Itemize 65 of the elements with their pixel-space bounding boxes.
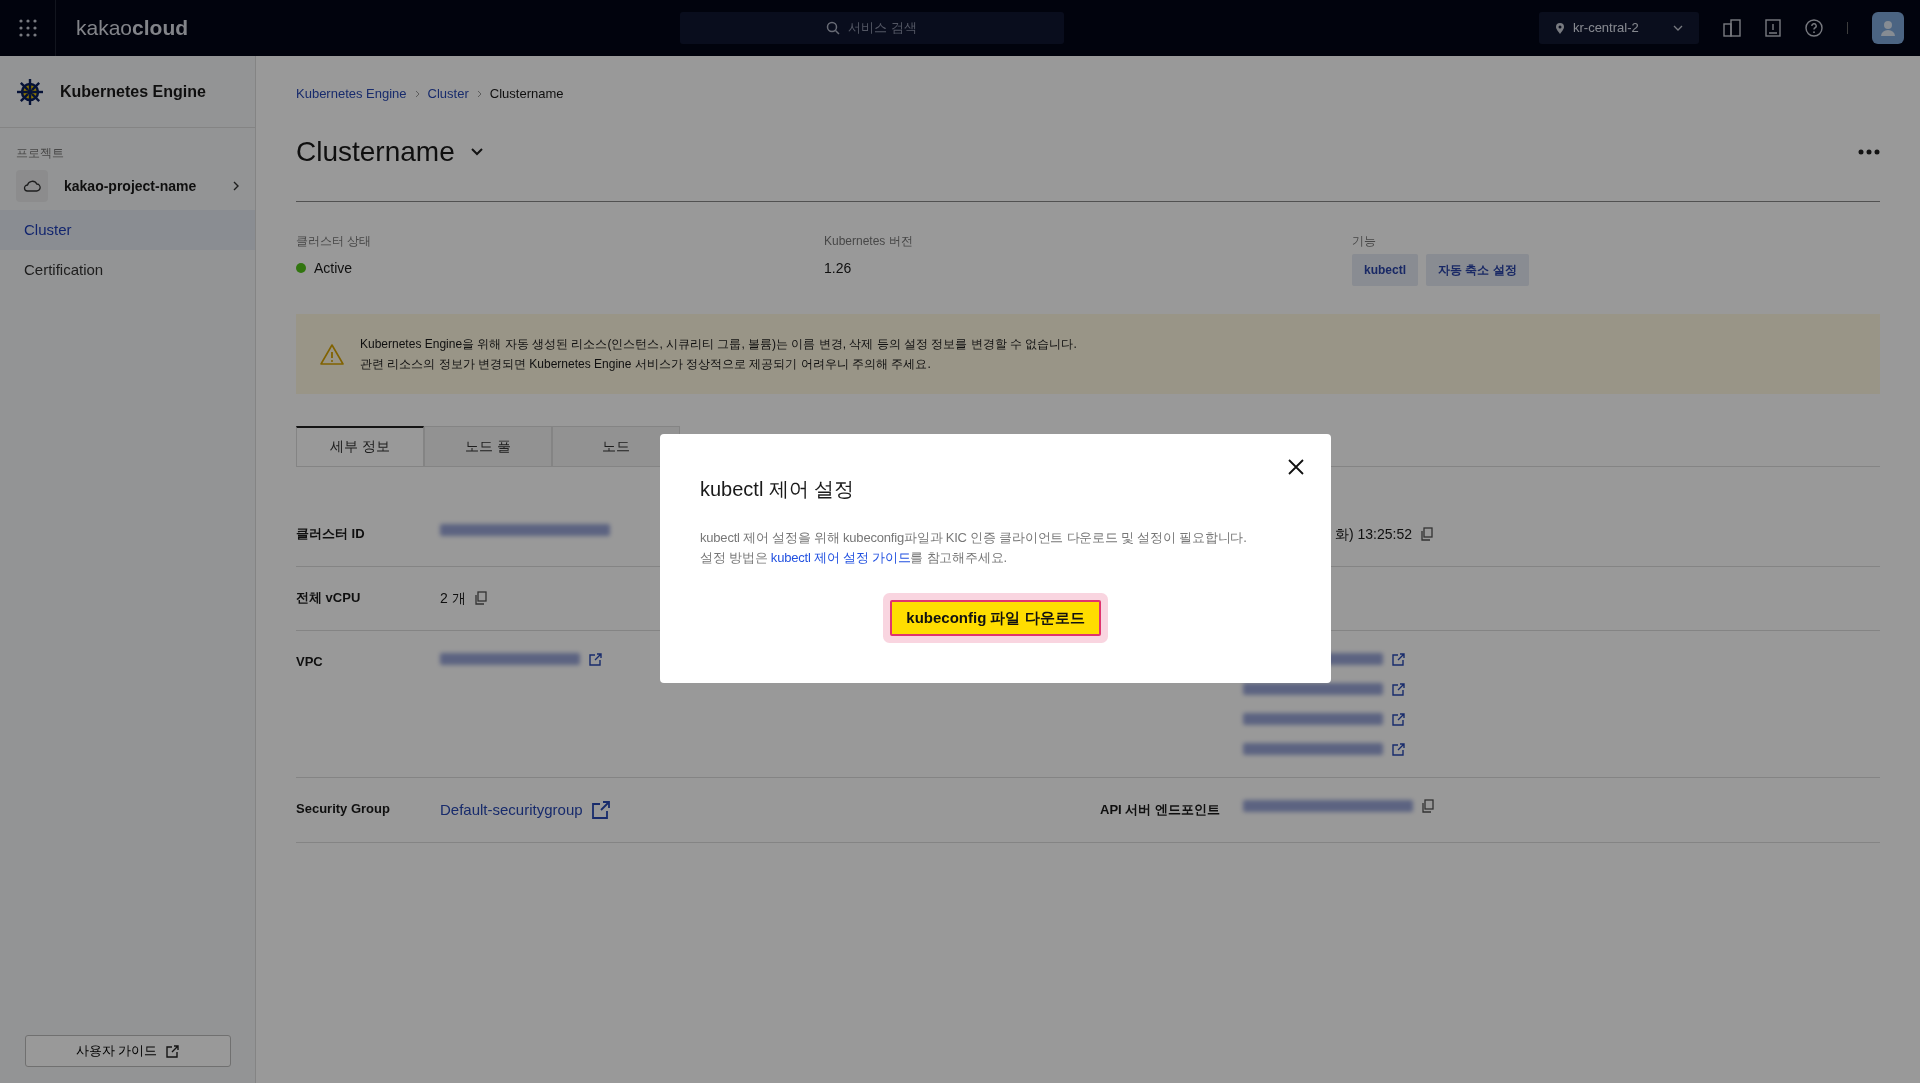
service-title: Kubernetes Engine [60,81,206,102]
tab[interactable]: 노드 풀 [424,425,552,466]
field-label: 클러스터 상태 [296,232,373,250]
resource-link[interactable]: Default-securitygroup [440,798,583,821]
chevron-down-icon[interactable] [470,148,483,156]
modal-title: kubectl 제어 설정 [700,477,856,502]
chevron-right-icon [414,89,420,98]
buildings-icon[interactable] [1723,19,1741,37]
nav-item[interactable]: Cluster [0,210,255,250]
chevron-right-icon [233,181,239,191]
ship-wheel-icon [16,77,44,106]
help-icon[interactable] [1805,19,1823,37]
external-link-icon[interactable] [1391,741,1405,756]
external-link-icon[interactable] [1391,681,1405,696]
feature-button[interactable]: kubectl [1351,253,1418,286]
row-label: VPC [296,652,324,671]
user-guide-button[interactable]: 사용자 가이드 [24,1035,231,1067]
logo[interactable]: kakaocloud [76,12,189,44]
row-label: API 서버 엔드포인트 [1100,801,1220,817]
search-field[interactable]: 서비스 검색 [679,12,1064,44]
external-link-icon[interactable] [588,651,602,666]
page-title: Clustername [296,135,455,169]
menu-icon[interactable] [18,19,37,37]
chevron-right-icon [476,89,482,98]
cloud-icon [23,180,41,192]
field-label: 기능 [1351,232,1377,250]
field-label: Kubernetes 버전 [824,232,914,250]
avatar-icon[interactable] [1872,12,1904,44]
document-icon[interactable] [1765,19,1781,37]
project-selector[interactable]: kakao-project-name [0,170,255,202]
value-text: 화) 13:25:52 [1335,524,1413,544]
row-label: 클러스터 ID [296,524,366,543]
warning-icon [320,342,344,365]
warning-text: Kubernetes Engine을 위해 자동 생성된 리소스(인스턴스, 시큐리티 그룹, 볼륨)는 이름 변경, 삭제 등의 설정 정보를 변경할 수 없습니다. [360,335,1077,353]
caret-icon [1673,25,1683,31]
nav-item[interactable]: Certification [0,250,255,290]
redacted-link[interactable] [1243,682,1383,695]
close-icon [1287,458,1305,476]
external-link-icon[interactable] [590,799,611,820]
breadcrumb-link[interactable]: Cluster [427,84,469,104]
external-link-icon[interactable] [1391,711,1405,726]
value-text: 2 개 [440,588,466,608]
status-dot [296,263,306,273]
modal-text: 설정 방법은 kubectl 제어 설정 가이드를 참고해주세요. [700,549,1008,567]
copy-icon[interactable] [473,591,488,605]
location-pin-icon [1555,21,1565,35]
modal-text: kubectl 제어 설정을 위해 kubeconfig파일과 KIC 인증 클라이언트 다운로드 및 설정이 필요합니다. [700,529,1248,547]
section-label: 프로젝트 [15,145,65,162]
version-text: 1.26 [824,258,853,278]
region-dropdown[interactable]: kr-central-2 [1539,12,1699,44]
more-icon[interactable] [1858,149,1880,155]
search-icon [826,21,841,35]
breadcrumb-link[interactable]: Kubernetes Engine [296,84,407,104]
breadcrumb-current: Clustername [489,85,564,103]
copy-icon[interactable] [1420,527,1435,541]
external-link-icon[interactable] [1391,651,1405,666]
tab[interactable]: 세부 정보 [296,425,424,466]
warning-text: 관련 리소스의 정보가 변경되면 Kubernetes Engine 서비스가 정상적으로 제공되기 어려우니 주의해 주세요. [360,355,932,373]
row-label: 전체 vCPU [296,588,362,607]
copy-icon[interactable] [1421,798,1435,813]
row-label: Security Group [296,799,391,818]
external-link-icon [165,1044,180,1058]
feature-button[interactable]: 자동 축소 설정 [1426,253,1529,286]
status-text: Active [314,258,353,278]
guide-link[interactable]: kubectl 제어 설정 가이드 [770,550,911,565]
